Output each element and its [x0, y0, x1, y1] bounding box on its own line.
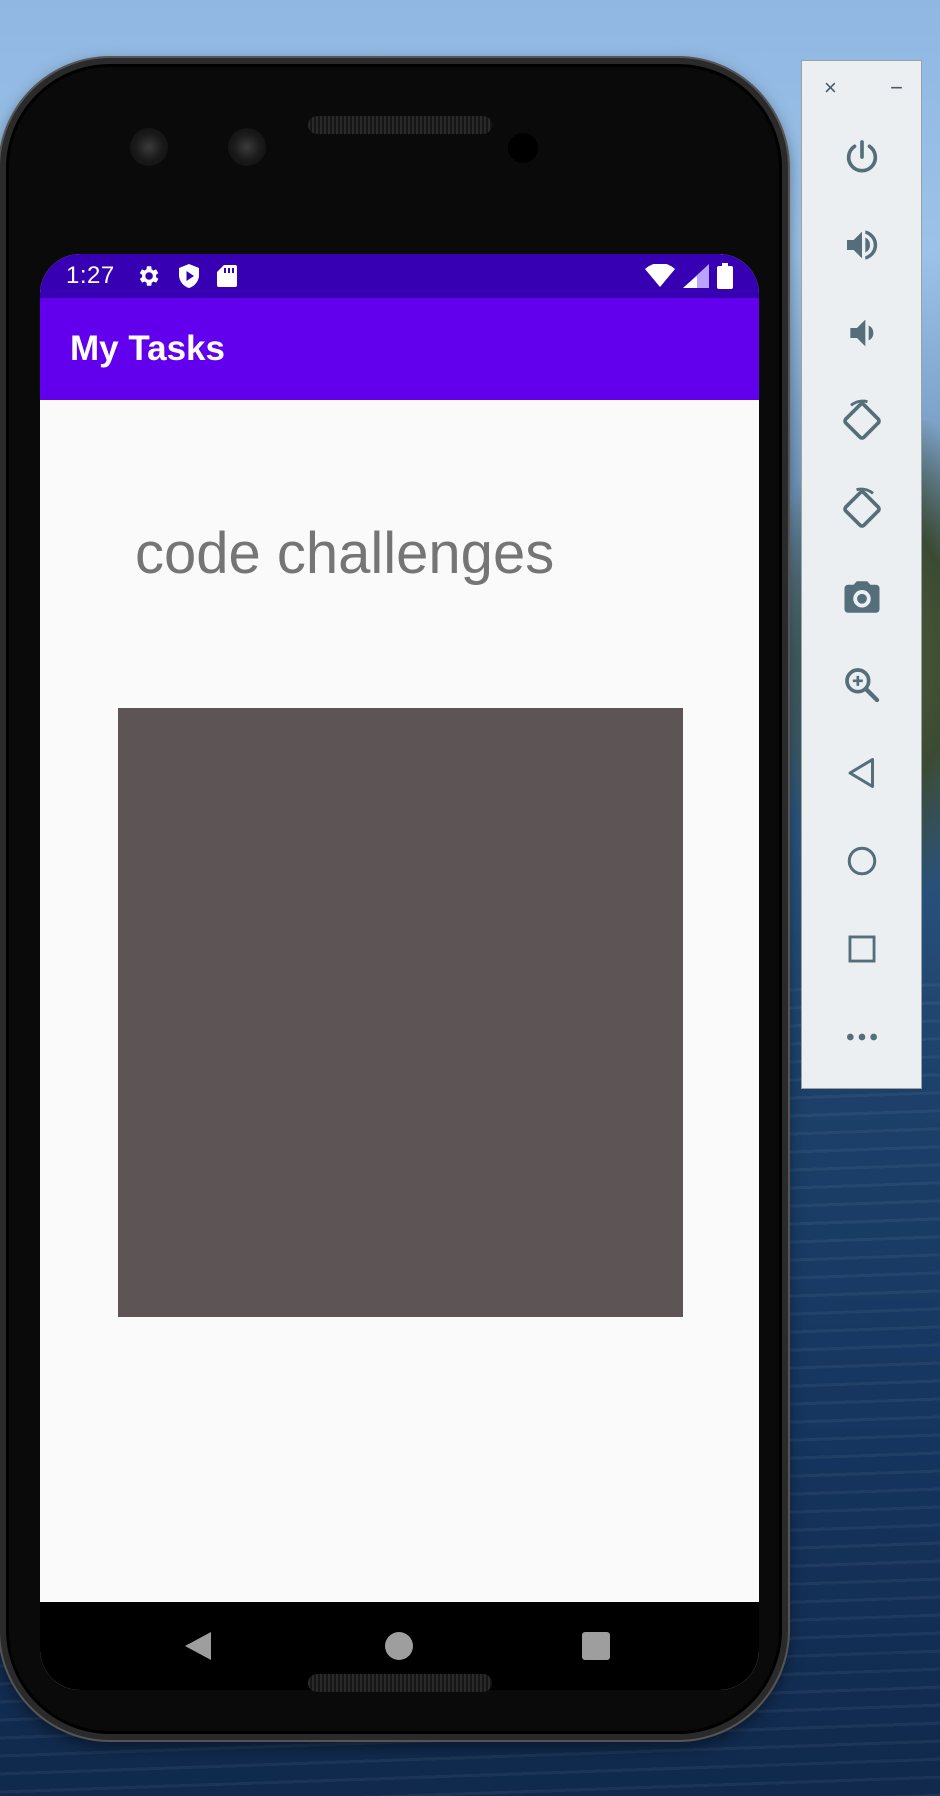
volume-down-icon	[850, 319, 874, 347]
back-button[interactable]	[832, 743, 892, 803]
camera-icon	[844, 581, 880, 613]
back-icon	[848, 758, 874, 788]
minimize-icon[interactable]: −	[890, 75, 903, 101]
emulator-toolbar-header: × −	[802, 61, 921, 101]
rotate-left-button[interactable]	[832, 391, 892, 451]
home-icon	[847, 846, 877, 876]
app-title: My Tasks	[70, 329, 225, 368]
wifi-icon	[645, 264, 675, 288]
volume-up-button[interactable]	[832, 215, 892, 275]
emulator-toolbar: × −	[801, 60, 922, 1089]
more-icon	[847, 1033, 877, 1041]
overview-icon	[848, 935, 876, 963]
nav-back-button[interactable]	[172, 1620, 224, 1672]
close-icon[interactable]: ×	[824, 75, 837, 101]
app-bar: My Tasks	[40, 298, 759, 400]
rotate-right-button[interactable]	[832, 479, 892, 539]
volume-up-icon	[847, 230, 878, 260]
proximity-sensor-icon	[508, 133, 538, 163]
settings-icon	[135, 263, 161, 289]
more-button[interactable]	[832, 1007, 892, 1067]
battery-icon	[717, 263, 733, 289]
volume-down-button[interactable]	[832, 303, 892, 363]
nav-home-button[interactable]	[373, 1620, 425, 1672]
rotate-left-icon	[843, 399, 881, 440]
task-detail-content: code challenges	[40, 400, 759, 1592]
task-title: code challenges	[135, 521, 555, 586]
shield-play-icon	[177, 263, 201, 289]
rotate-right-icon	[843, 487, 881, 528]
home-button[interactable]	[832, 831, 892, 891]
status-bar: 1:27	[40, 254, 759, 298]
power-button[interactable]	[832, 127, 892, 187]
bottom-speaker	[308, 1674, 492, 1692]
power-icon	[846, 140, 878, 173]
top-speaker	[308, 116, 492, 134]
front-sensor-icon	[228, 128, 266, 166]
home-circle-icon	[385, 1632, 413, 1660]
emulated-phone: 1:27 My Tasks code challenges	[0, 58, 788, 1740]
phone-screen: 1:27 My Tasks code challenges	[40, 254, 759, 1690]
recents-square-icon	[582, 1632, 610, 1660]
screenshot-button[interactable]	[832, 567, 892, 627]
sd-card-icon	[216, 264, 237, 288]
nav-recents-button[interactable]	[570, 1620, 622, 1672]
overview-button[interactable]	[832, 919, 892, 979]
status-time: 1:27	[66, 262, 115, 289]
zoom-button[interactable]	[832, 655, 892, 715]
signal-icon	[683, 264, 709, 288]
front-camera-icon	[130, 128, 168, 166]
zoom-icon	[845, 668, 880, 703]
back-triangle-icon	[185, 1632, 211, 1660]
task-image	[118, 708, 683, 1317]
